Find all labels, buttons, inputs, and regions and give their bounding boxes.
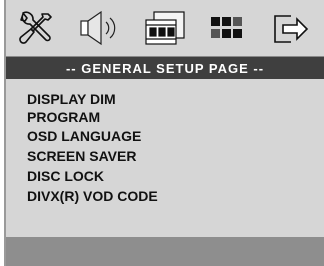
- preference-icon[interactable]: [204, 8, 250, 48]
- status-bar: [6, 237, 324, 266]
- menu-item-screen-saver[interactable]: SCREEN SAVER: [27, 147, 136, 165]
- setup-menu: DISPLAY DIM PROGRAM OSD LANGUAGE SCREEN …: [6, 79, 324, 237]
- video-setup-icon[interactable]: [142, 8, 188, 48]
- menu-item-divx-vod-code[interactable]: DIVX(R) VOD CODE: [27, 187, 158, 205]
- audio-setup-icon[interactable]: [76, 8, 122, 48]
- menu-item-display-dim[interactable]: DISPLAY DIM: [27, 90, 116, 108]
- exit-icon[interactable]: [268, 8, 314, 48]
- menu-item-osd-language[interactable]: OSD LANGUAGE: [27, 127, 141, 145]
- setup-icon-bar: [6, 0, 324, 57]
- menu-item-disc-lock[interactable]: DISC LOCK: [27, 167, 104, 185]
- page-title: -- GENERAL SETUP PAGE --: [6, 57, 324, 79]
- general-setup-icon[interactable]: [12, 8, 58, 48]
- setup-screen: -- GENERAL SETUP PAGE -- DISPLAY DIM PRO…: [0, 0, 324, 266]
- menu-item-program[interactable]: PROGRAM: [27, 108, 100, 126]
